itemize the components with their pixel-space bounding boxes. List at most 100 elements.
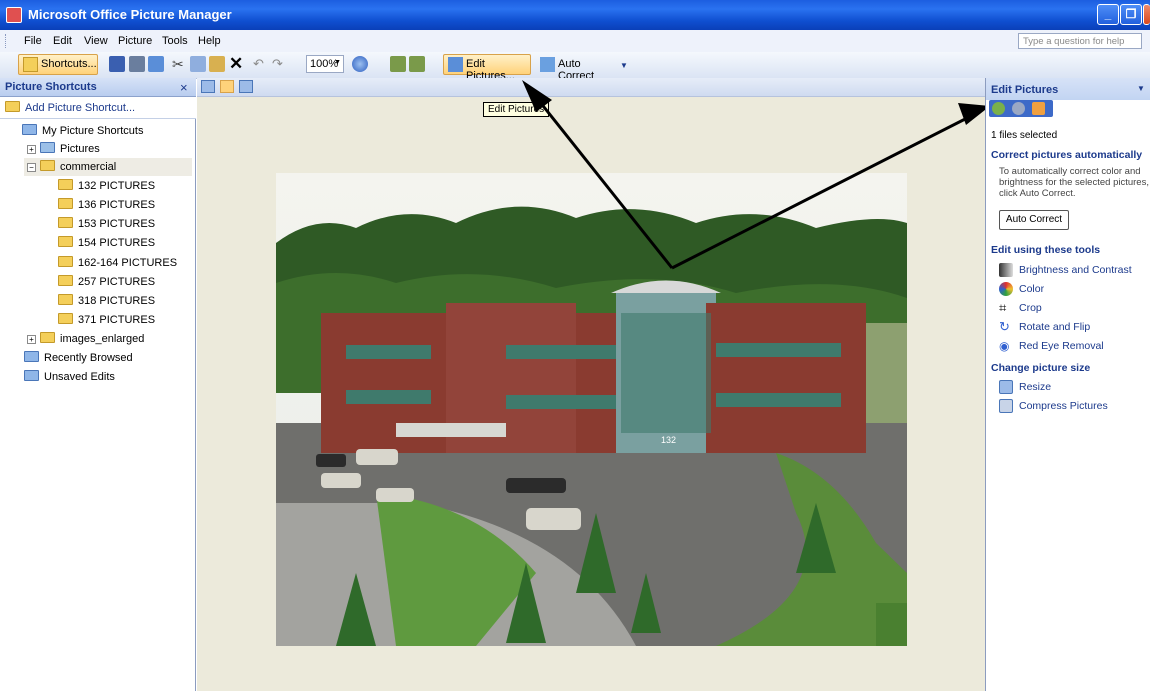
color-link[interactable]: Color [1019,283,1044,295]
minimize-button[interactable]: _ [1097,4,1119,25]
menu-picture[interactable]: Picture [118,35,152,47]
tree-folder[interactable]: 136 PICTURES [58,196,155,214]
rotate-left-icon[interactable] [390,56,406,72]
maximize-button[interactable]: ❐ [1120,4,1142,25]
tree-folder[interactable]: 318 PICTURES [58,292,155,310]
save-icon[interactable] [109,56,125,72]
tree-images-enlarged[interactable]: + images_enlarged [27,330,144,348]
tree-label: Unsaved Edits [44,371,115,383]
window-title: Microsoft Office Picture Manager [28,7,232,22]
undo-icon[interactable]: ↶ [253,56,269,72]
expand-icon[interactable]: + [27,335,36,344]
tree-label: 371 PICTURES [78,314,156,326]
brightness-contrast-link[interactable]: Brightness and Contrast [1019,264,1132,276]
close-window-button[interactable] [1143,4,1150,25]
correct-description: To automatically correct color and brigh… [999,166,1149,199]
tooltip: Edit Pictures [483,102,550,117]
brightness-contrast-icon [999,263,1013,277]
expand-icon[interactable]: + [27,145,36,154]
email-icon[interactable] [148,56,164,72]
tree-folder[interactable]: 257 PICTURES [58,273,155,291]
tools-heading: Edit using these tools [991,244,1101,256]
files-selected-text: 1 files selected [991,130,1058,141]
help-icon[interactable] [352,56,368,72]
paste-icon[interactable] [209,56,225,72]
rotate-right-icon[interactable] [409,56,425,72]
delete-icon[interactable]: ✕ [229,55,245,72]
toolbar-options-icon[interactable]: ▼ [620,56,628,72]
collapse-icon[interactable]: − [27,163,36,172]
pane-title: Picture Shortcuts [5,81,97,93]
pane-nav-bar [989,100,1053,117]
tree-label: 136 PICTURES [78,199,156,211]
recent-icon [24,351,39,362]
tree-label: Pictures [60,143,100,155]
tree-my-shortcuts[interactable]: My Picture Shortcuts [22,122,143,140]
app-icon[interactable] [6,7,22,23]
tree-commercial[interactable]: − commercial [24,158,192,176]
auto-correct-button[interactable]: Auto Correct [999,210,1069,230]
resize-link[interactable]: Resize [1019,381,1051,393]
folder-icon [58,275,73,286]
menu-edit[interactable]: Edit [53,35,72,47]
add-picture-shortcut-link[interactable]: Add Picture Shortcut... [5,99,135,117]
close-pane-icon[interactable]: × [180,80,188,95]
add-shortcut-label: Add Picture Shortcut... [25,102,136,114]
tree-folder[interactable]: 371 PICTURES [58,311,155,329]
help-search-input[interactable]: Type a question for help [1018,33,1142,49]
standard-toolbar: Shortcuts... ✂ ✕ ↶ ↷ Edit Pictures... Au… [0,52,1150,82]
pane-menu-icon[interactable]: ▼ [1137,84,1145,93]
tree-unsaved-edits[interactable]: Unsaved Edits [24,368,115,386]
menu-bar: File Edit View Picture Tools Help [0,30,1150,53]
tree-folder[interactable]: 153 PICTURES [58,215,155,233]
menu-tools[interactable]: Tools [162,35,188,47]
print-icon[interactable] [129,56,145,72]
shortcuts-button[interactable]: Shortcuts... [18,54,98,75]
copy-icon[interactable] [190,56,206,72]
tree-label: My Picture Shortcuts [42,125,144,137]
home-icon[interactable] [1032,102,1045,115]
tree-label: 257 PICTURES [78,276,156,288]
zoom-select[interactable]: 100% ▼ [306,55,344,73]
folder-icon [58,313,73,324]
tree-label: 132 PICTURES [78,180,156,192]
forward-icon[interactable] [1012,102,1025,115]
tree-folder[interactable]: 154 PICTURES [58,234,155,252]
add-folder-icon [5,101,20,112]
single-picture-view-icon[interactable] [239,80,253,93]
red-eye-link[interactable]: Red Eye Removal [1019,340,1104,352]
tree-pictures[interactable]: + Pictures [27,140,100,158]
menu-help[interactable]: Help [198,35,221,47]
red-eye-icon: ◉ [999,339,1010,353]
rotate-flip-link[interactable]: Rotate and Flip [1019,321,1090,333]
compress-link[interactable]: Compress Pictures [1019,400,1108,412]
unsaved-edits-icon [24,370,39,381]
thumbnail-view-icon[interactable] [201,80,215,93]
building-photo[interactable]: 132 [276,173,907,646]
cut-icon[interactable]: ✂ [172,56,188,72]
back-icon[interactable] [992,102,1005,115]
edit-pictures-button[interactable]: Edit Pictures... [443,54,531,82]
folder-icon [40,160,55,171]
shortcuts-root-icon [22,124,37,135]
tree-folder[interactable]: 132 PICTURES [58,177,155,195]
redo-icon[interactable]: ↷ [272,56,288,72]
tree-label: images_enlarged [60,333,145,345]
menu-view[interactable]: View [84,35,108,47]
menu-file[interactable]: File [24,35,42,47]
chevron-down-icon: ▼ [334,59,341,66]
crop-link[interactable]: Crop [1019,302,1042,314]
auto-correct-icon [540,57,555,72]
tree-label: 162-164 PICTURES [78,257,178,269]
color-icon [999,282,1013,296]
auto-correct-toolbar-button[interactable]: Auto Correct [535,54,613,82]
folder-icon [58,256,73,267]
filmstrip-view-icon[interactable] [220,80,234,93]
folder-icon [58,236,73,247]
folder-icon [40,142,55,153]
size-heading: Change picture size [991,362,1091,374]
tree-folder[interactable]: 162-164 PICTURES [58,254,177,272]
folder-icon [58,217,73,228]
edit-pictures-icon [448,57,463,72]
tree-recently-browsed[interactable]: Recently Browsed [24,349,133,367]
